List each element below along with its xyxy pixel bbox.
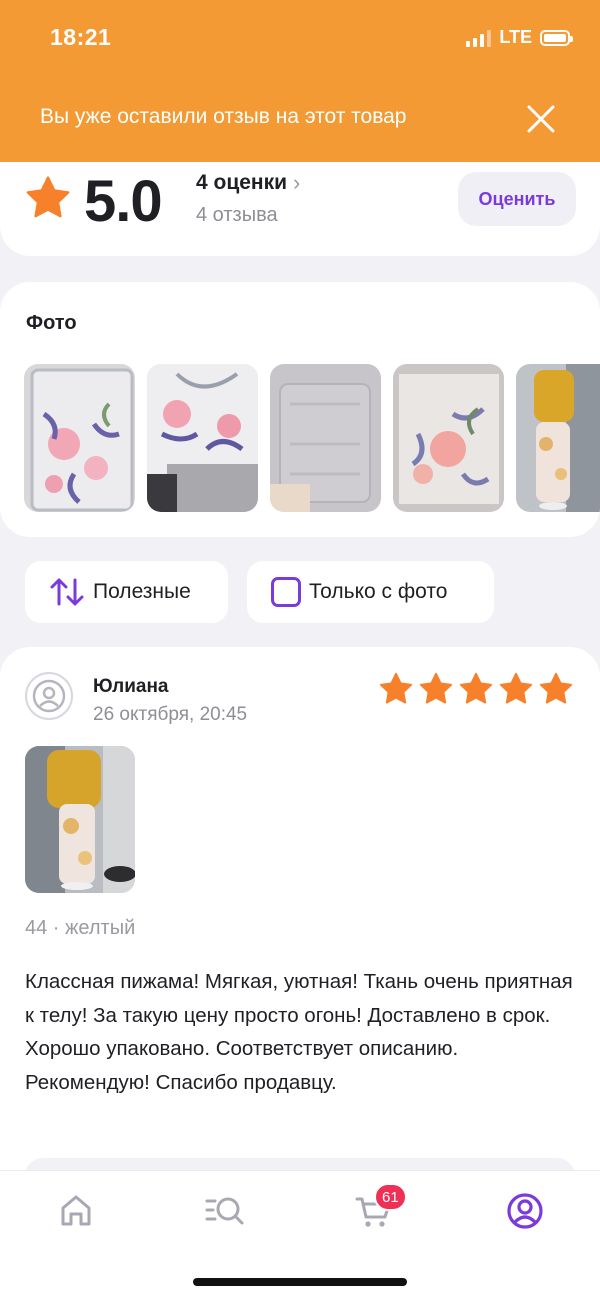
ratings-count-label: 4 оценки xyxy=(196,171,288,194)
photo-only-label: Только с фото xyxy=(309,580,448,603)
sort-arrows-icon xyxy=(50,578,84,606)
signal-icon xyxy=(466,29,492,47)
photo-thumbnail[interactable] xyxy=(270,364,381,512)
home-icon xyxy=(61,1195,91,1226)
star-icon xyxy=(26,176,70,218)
review-text: Классная пижама! Мягкая, уютная! Ткань о… xyxy=(25,970,573,1094)
checkbox-icon[interactable] xyxy=(271,577,301,607)
review-notice-banner: 18:21 LTE Вы уже оставили отзыв на этот … xyxy=(0,0,600,162)
sort-useful-button[interactable]: Полезные xyxy=(25,561,228,623)
notice-text: Вы уже оставили отзыв на этот товар xyxy=(40,105,407,128)
battery-icon xyxy=(540,29,573,46)
review-stars xyxy=(378,671,574,707)
network-label: LTE xyxy=(499,27,532,47)
catalog-search-icon xyxy=(205,1197,244,1225)
chevron-right-icon: › xyxy=(293,170,301,195)
avatar xyxy=(25,672,73,720)
photos-section: Фото xyxy=(0,282,600,537)
photo-thumbnail[interactable] xyxy=(147,364,258,512)
review-author: Юлиана xyxy=(93,676,169,697)
rate-button[interactable]: Оценить xyxy=(458,172,576,226)
tab-home[interactable] xyxy=(56,1191,96,1231)
close-icon[interactable] xyxy=(526,104,556,134)
review-date: 26 октября, 20:45 xyxy=(93,704,248,725)
star-icon xyxy=(499,672,533,704)
photo-strip[interactable] xyxy=(24,364,600,512)
star-icon xyxy=(419,672,453,704)
ratings-count-link[interactable]: 4 оценки › xyxy=(196,170,300,196)
rating-value: 5.0 xyxy=(84,169,163,234)
cart-badge: 61 xyxy=(374,1183,407,1211)
photo-thumbnail[interactable] xyxy=(24,364,135,512)
review-photo[interactable] xyxy=(25,746,135,893)
sort-useful-label: Полезные xyxy=(93,580,191,603)
star-icon xyxy=(379,672,413,704)
home-indicator xyxy=(193,1278,407,1286)
photo-thumbnail[interactable] xyxy=(516,364,600,512)
status-time: 18:21 xyxy=(50,24,112,50)
star-icon xyxy=(459,672,493,704)
photo-thumbnail[interactable] xyxy=(393,364,504,512)
review-card: Юлиана 26 октября, 20:45 44 · желтый Кла… xyxy=(0,647,600,1187)
photos-title: Фото xyxy=(26,312,77,334)
reviews-count: 4 отзыва xyxy=(196,204,278,226)
tab-profile[interactable] xyxy=(505,1191,545,1231)
review-variant: 44 · желтый xyxy=(25,917,136,939)
user-icon xyxy=(32,679,66,713)
star-icon xyxy=(539,672,573,704)
status-icons: LTE xyxy=(466,27,573,48)
tab-catalog[interactable] xyxy=(205,1191,245,1231)
photo-only-filter[interactable]: Только с фото xyxy=(247,561,494,623)
status-bar: 18:21 LTE xyxy=(0,0,600,76)
profile-icon xyxy=(507,1193,543,1229)
